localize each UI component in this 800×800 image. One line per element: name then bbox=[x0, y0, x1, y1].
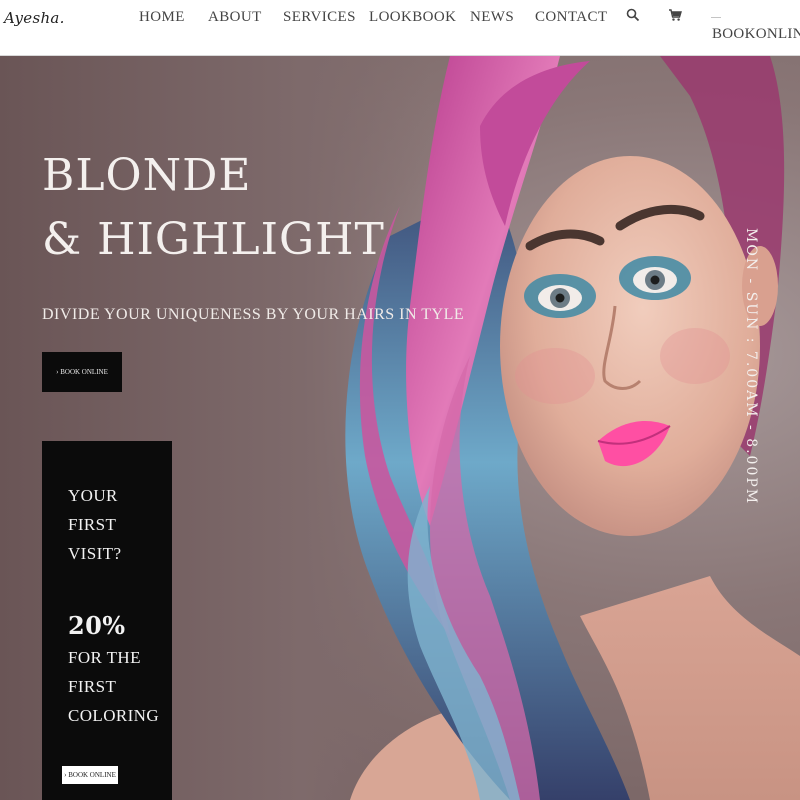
promo-line: YOUR bbox=[68, 486, 118, 505]
hero-title-line2: & HIGHLIGHT bbox=[42, 214, 385, 265]
book-online-link[interactable]: BOOKONLINE bbox=[712, 26, 800, 43]
nav-news[interactable]: NEWS bbox=[470, 9, 514, 26]
promo-line: FIRST bbox=[68, 515, 117, 534]
nav-services[interactable]: SERVICES bbox=[283, 9, 356, 26]
hero-section: BLONDE & HIGHLIGHT DIVIDE YOUR UNIQUENES… bbox=[0, 56, 800, 800]
promo-book-online-button[interactable]: › BOOK ONLINE bbox=[62, 766, 118, 784]
hero-book-online-button[interactable]: › BOOK ONLINE bbox=[42, 352, 122, 392]
book-online-caption: —— bbox=[711, 15, 721, 21]
promo-line: VISIT? bbox=[68, 544, 122, 563]
cart-icon[interactable] bbox=[668, 8, 682, 22]
promo-card: YOUR FIRST VISIT? 20% FOR THE FIRST COLO… bbox=[42, 441, 172, 800]
nav-lookbook[interactable]: LOOKBOOK bbox=[369, 9, 456, 26]
site-logo[interactable]: Ayesha. bbox=[4, 9, 65, 27]
site-header: Ayesha. HOME ABOUT SERVICES LOOKBOOK NEW… bbox=[0, 0, 800, 56]
promo-line: FOR THE bbox=[68, 648, 141, 667]
promo-percent: 20% bbox=[68, 611, 126, 640]
nav-contact[interactable]: CONTACT bbox=[535, 9, 607, 26]
nav-home[interactable]: HOME bbox=[139, 9, 185, 26]
hero-title: BLONDE & HIGHLIGHT bbox=[42, 144, 385, 272]
nav-about[interactable]: ABOUT bbox=[208, 9, 262, 26]
promo-line: FIRST bbox=[68, 677, 117, 696]
hero-subtitle: DIVIDE YOUR UNIQUENESS BY YOUR HAIRS IN … bbox=[42, 306, 465, 323]
hero-title-line1: BLONDE bbox=[42, 150, 252, 201]
opening-hours: MON - SUN : 7.00AM - 8.00PM bbox=[743, 228, 759, 506]
model-photo bbox=[345, 56, 800, 800]
search-icon[interactable] bbox=[626, 8, 640, 22]
promo-line: COLORING bbox=[68, 706, 160, 725]
